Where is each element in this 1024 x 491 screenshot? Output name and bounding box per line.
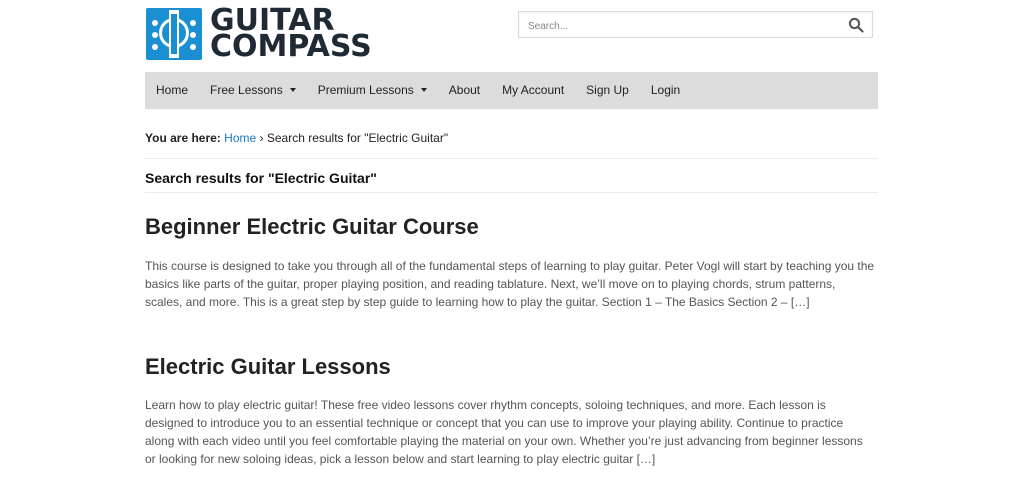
chevron-down-icon (420, 87, 427, 92)
nav-item-label: My Account (502, 83, 565, 97)
nav-item-label: Premium Lessons (317, 83, 414, 97)
nav-item-sign-up[interactable]: Sign Up (575, 72, 640, 109)
search-input[interactable] (526, 16, 830, 36)
post-excerpt: Learn how to play electric guitar! These… (145, 398, 863, 466)
site-logo[interactable]: GUITAR COMPASS (146, 6, 372, 64)
divider (145, 158, 878, 159)
divider (145, 192, 878, 193)
nav-item-label: Free Lessons (210, 83, 283, 97)
nav-item-about[interactable]: About (438, 72, 491, 109)
breadcrumb-separator: › (259, 131, 264, 145)
breadcrumb: You are here: Home › Search results for … (145, 131, 448, 145)
breadcrumb-prefix: You are here: (145, 131, 221, 145)
search-results-heading: Search results for "Electric Guitar" (145, 170, 377, 186)
post-title-link[interactable]: Electric Guitar Lessons (145, 354, 391, 380)
nav-item-login[interactable]: Login (640, 72, 691, 109)
nav-item-label: Login (650, 83, 681, 97)
nav-item-home[interactable]: Home (145, 72, 199, 109)
nav-item-label: Home (156, 83, 189, 97)
main-nav: Home Free Lessons Premium Lessons About … (145, 72, 878, 109)
search-box (518, 11, 873, 38)
breadcrumb-home-link[interactable]: Home (224, 131, 256, 145)
nav-item-my-account[interactable]: My Account (491, 72, 575, 109)
breadcrumb-current: Search results for "Electric Guitar" (266, 131, 449, 145)
nav-item-label: About (448, 83, 481, 97)
nav-item-premium-lessons[interactable]: Premium Lessons (307, 72, 438, 109)
logo-text: GUITAR COMPASS (210, 6, 372, 64)
logo-line-2: COMPASS (210, 29, 372, 64)
page: GUITAR COMPASS Home Free Lessons Premium… (0, 0, 1024, 491)
nav-item-label: Sign Up (586, 83, 629, 97)
post-excerpt: This course is designed to take you thro… (145, 259, 875, 309)
chevron-down-icon (289, 87, 296, 92)
nav-item-free-lessons[interactable]: Free Lessons (199, 72, 307, 109)
search-icon[interactable] (848, 17, 864, 33)
guitar-headstock-icon (146, 8, 202, 60)
post-title-link[interactable]: Beginner Electric Guitar Course (145, 214, 479, 240)
